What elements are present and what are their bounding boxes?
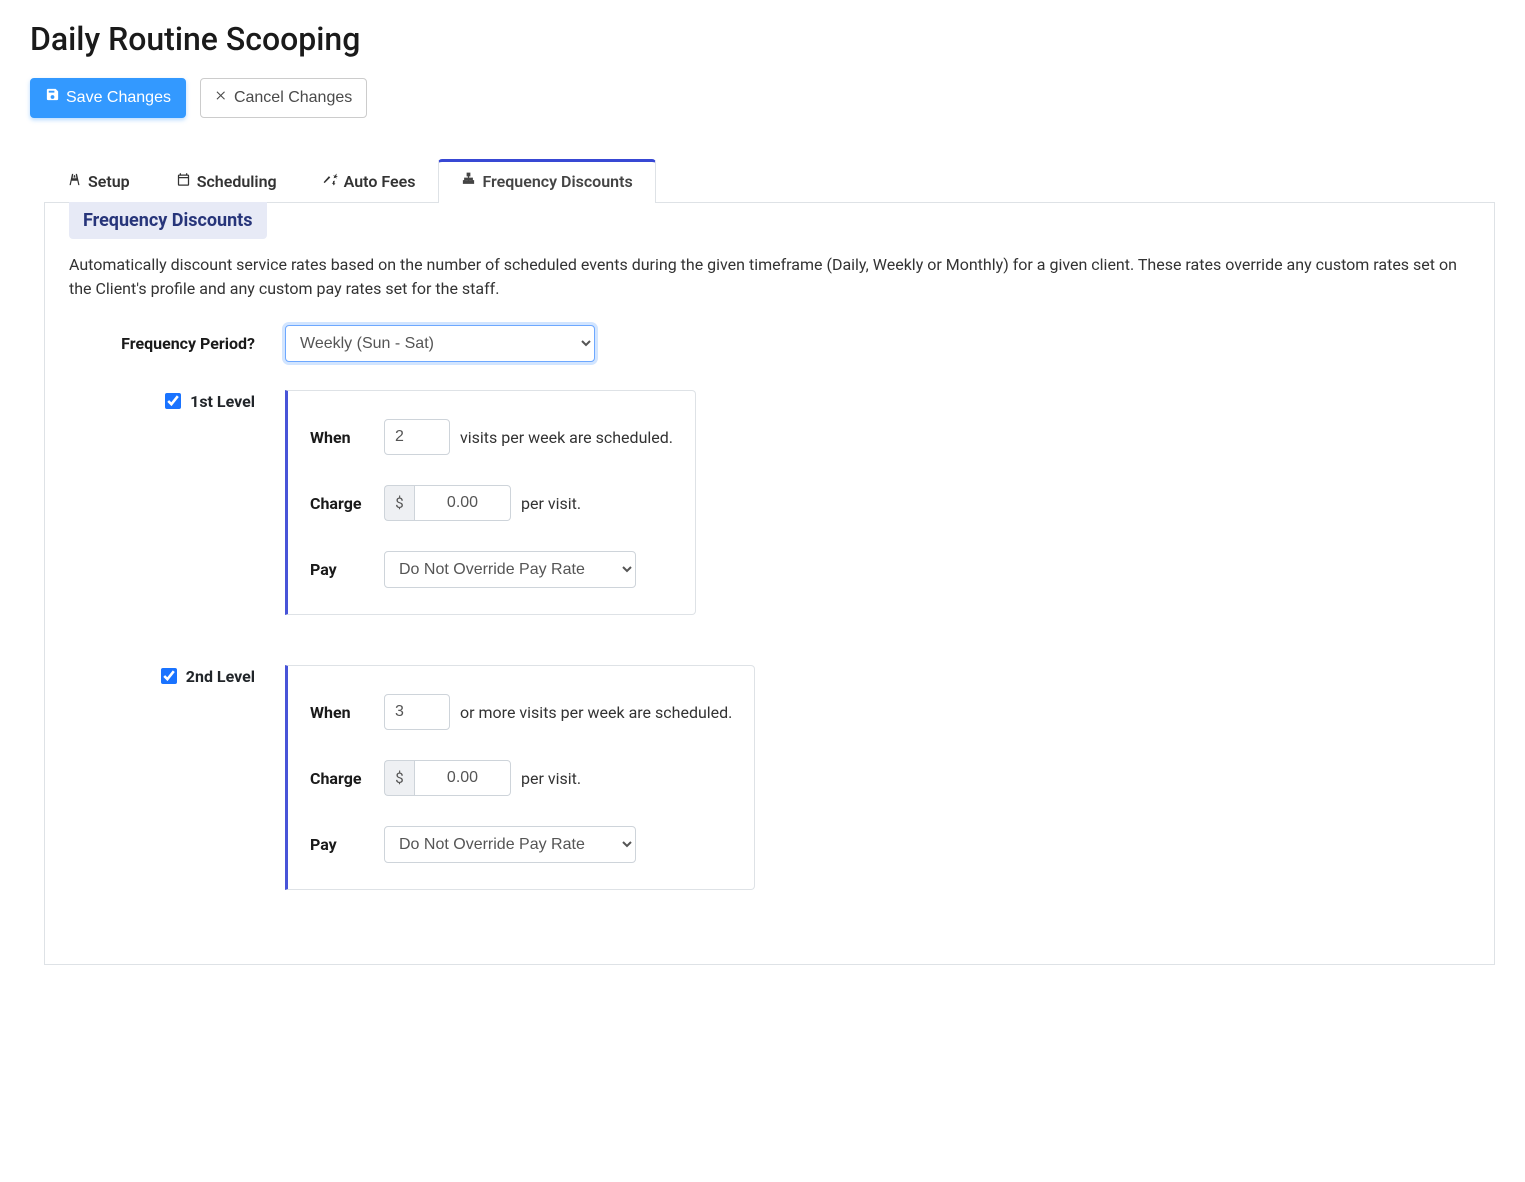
tab-label: Scheduling <box>197 172 277 191</box>
level-1-title: 1st Level <box>190 392 255 411</box>
level-2-row: 2nd Level When or more visits per week a… <box>69 665 1470 890</box>
frequency-discounts-panel: Frequency Discounts Automatically discou… <box>44 203 1495 965</box>
action-bar: Save Changes Cancel Changes <box>30 78 1495 118</box>
level-1-card: When visits per week are scheduled. Char… <box>285 390 696 615</box>
save-button[interactable]: Save Changes <box>30 78 186 118</box>
road-icon <box>67 172 82 191</box>
panel-description: Automatically discount service rates bas… <box>69 253 1470 301</box>
level-1-visits-input[interactable] <box>384 419 450 455</box>
level-1-row: 1st Level When visits per week are sched… <box>69 390 1470 615</box>
tab-label: Auto Fees <box>344 172 416 191</box>
currency-addon: $ <box>384 485 414 521</box>
level-1-visits-suffix: visits per week are scheduled. <box>460 428 673 447</box>
per-visit-label: per visit. <box>521 494 581 513</box>
frequency-period-row: Frequency Period? Weekly (Sun - Sat) <box>69 325 1470 362</box>
level-2-visits-suffix: or more visits per week are scheduled. <box>460 703 732 722</box>
tab-label: Setup <box>88 172 130 191</box>
save-icon <box>45 86 60 110</box>
calendar-icon <box>176 172 191 191</box>
tab-frequency-discounts[interactable]: Frequency Discounts <box>438 159 655 203</box>
pay-label: Pay <box>310 835 384 854</box>
level-2-visits-input[interactable] <box>384 694 450 730</box>
frequency-period-label: Frequency Period? <box>69 334 285 353</box>
tab-setup[interactable]: Setup <box>44 159 153 203</box>
level-1-checkbox[interactable] <box>165 393 181 409</box>
sitemap-icon <box>461 172 476 191</box>
charge-label: Charge <box>310 769 384 788</box>
level-2-pay-select[interactable]: Do Not Override Pay Rate <box>384 826 636 863</box>
close-icon <box>215 86 228 110</box>
tab-scheduling[interactable]: Scheduling <box>153 159 300 203</box>
currency-addon: $ <box>384 760 414 796</box>
charge-label: Charge <box>310 494 384 513</box>
level-2-title: 2nd Level <box>186 667 255 686</box>
when-label: When <box>310 428 384 447</box>
tab-autofees[interactable]: Auto Fees <box>300 159 439 203</box>
level-2-card: When or more visits per week are schedul… <box>285 665 755 890</box>
frequency-period-select[interactable]: Weekly (Sun - Sat) <box>285 325 595 362</box>
tabs: Setup Scheduling Auto Fees Frequency Dis… <box>44 158 1495 203</box>
level-2-checkbox[interactable] <box>161 668 177 684</box>
pay-label: Pay <box>310 560 384 579</box>
wand-icon <box>323 172 338 191</box>
panel-legend: Frequency Discounts <box>69 202 267 239</box>
per-visit-label: per visit. <box>521 769 581 788</box>
tab-label: Frequency Discounts <box>482 172 632 191</box>
page-title: Daily Routine Scooping <box>30 20 1495 58</box>
level-2-charge-input[interactable] <box>414 760 511 796</box>
cancel-button-label: Cancel Changes <box>234 86 352 110</box>
cancel-button[interactable]: Cancel Changes <box>200 78 367 118</box>
level-1-pay-select[interactable]: Do Not Override Pay Rate <box>384 551 636 588</box>
save-button-label: Save Changes <box>66 86 171 110</box>
when-label: When <box>310 703 384 722</box>
level-1-charge-input[interactable] <box>414 485 511 521</box>
